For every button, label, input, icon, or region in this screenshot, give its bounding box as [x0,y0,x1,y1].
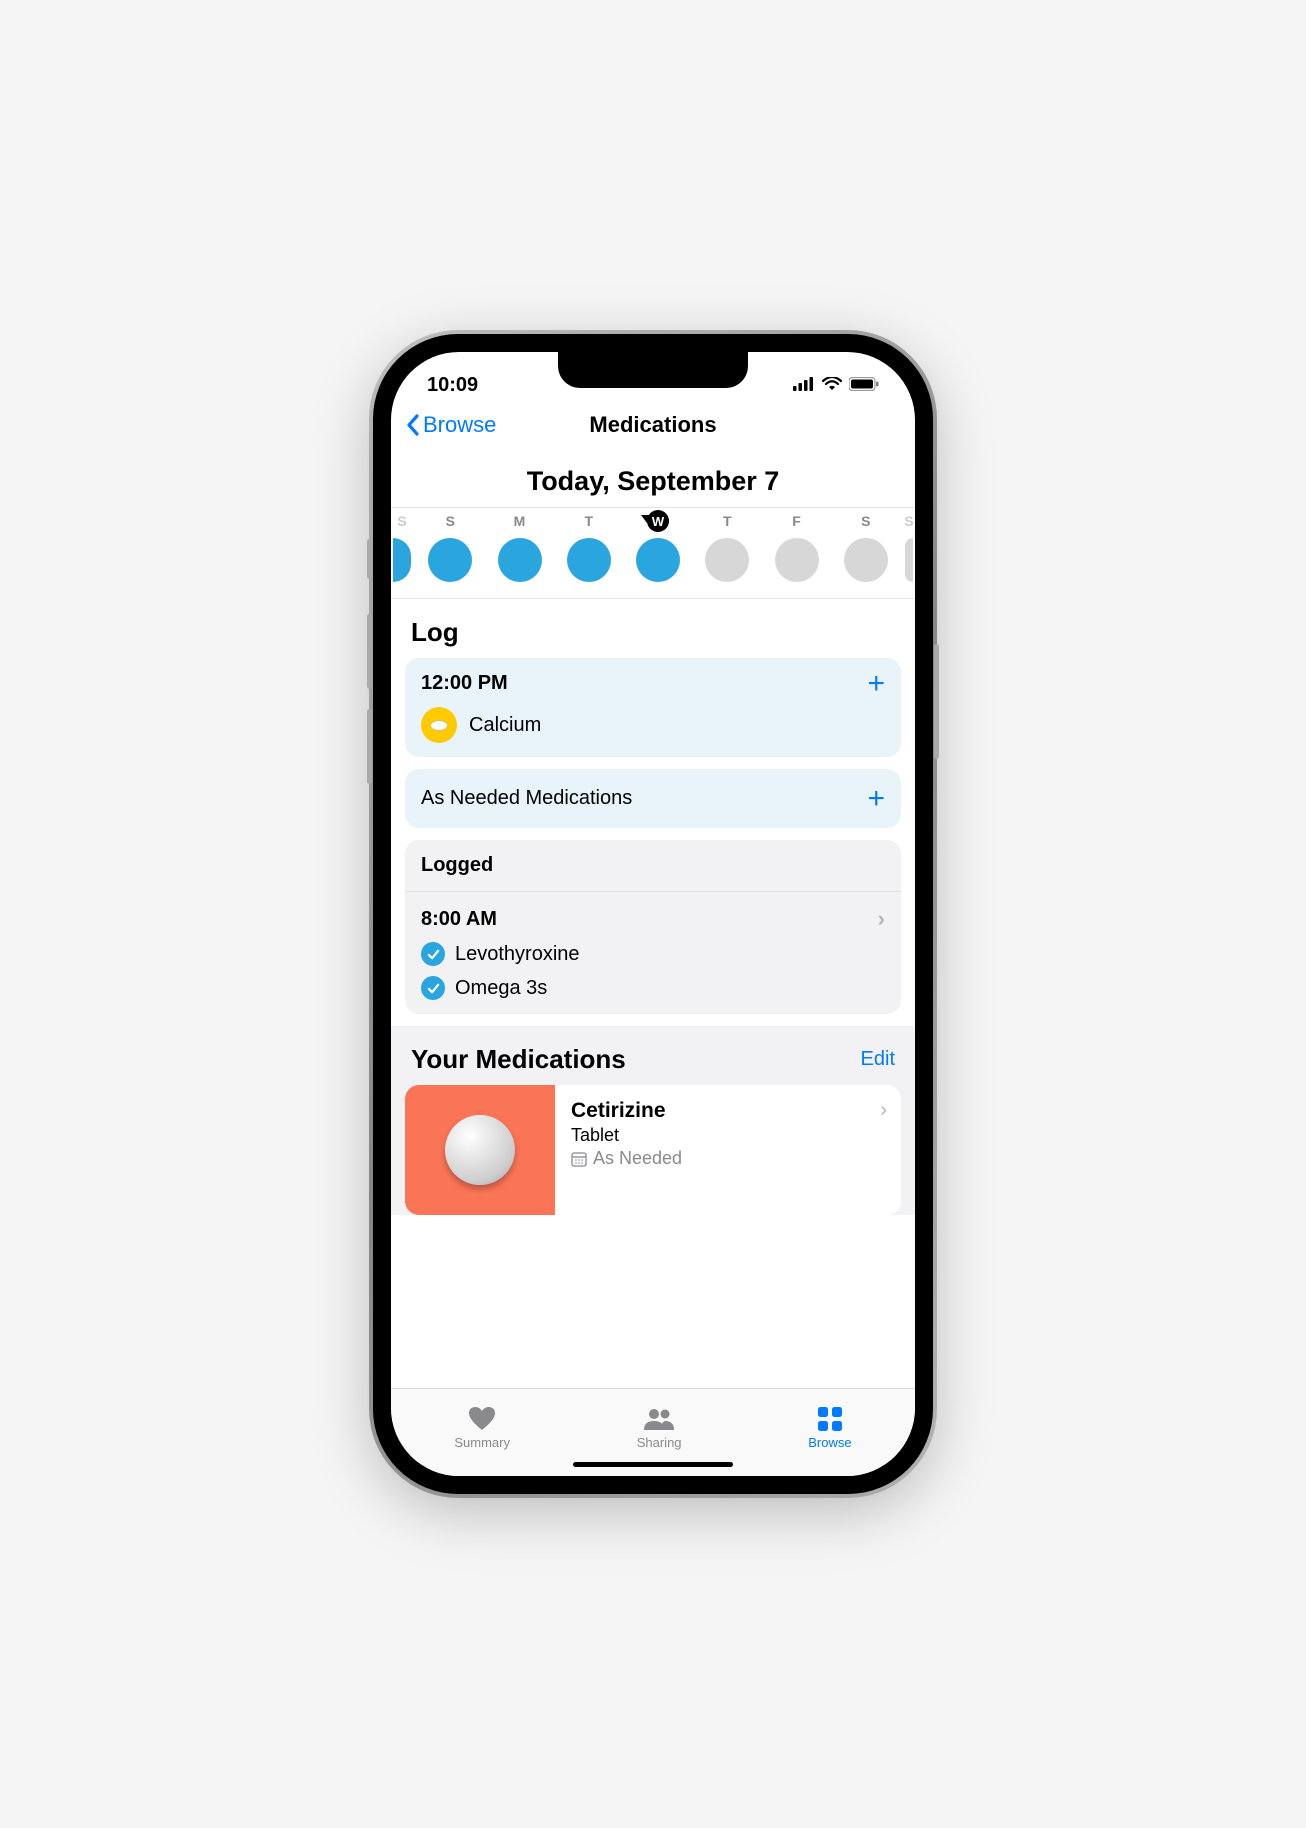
status-time: 10:09 [427,374,478,397]
logged-med-row: Levothyroxine [421,932,885,966]
logged-header: Logged [405,840,901,892]
logged-time: 8:00 AM [421,908,497,931]
status-indicators [793,374,879,397]
notch [558,352,748,388]
page-title: Medications [589,412,716,438]
medication-card[interactable]: Cetirizine Tablet As Needed › [405,1085,901,1215]
your-meds-title: Your Medications [411,1044,626,1075]
upcoming-time: 12:00 PM [421,672,508,695]
calendar-strip[interactable]: SSMTWTFSS [391,507,915,599]
tab-summary[interactable]: Summary [454,1406,510,1450]
date-title: Today, September 7 [391,452,915,507]
checkmark-icon [421,942,445,966]
your-meds-section: Your Medications Edit Cetirizine Tablet … [391,1026,915,1215]
pill-icon [421,707,457,743]
medication-image [405,1085,555,1215]
tab-browse[interactable]: Browse [808,1406,851,1450]
chevron-left-icon [405,413,421,437]
tab-label: Browse [808,1435,851,1450]
silent-switch [367,539,372,579]
wifi-icon [822,374,842,397]
phone-frame: 10:09 Browse Medications Today, Septembe… [373,334,933,1494]
upcoming-med-name: Calcium [469,714,541,737]
cellular-icon [793,374,815,397]
logged-card: Logged 8:00 AM › Levothyroxine Omega 3s [405,840,901,1014]
tab-sharing[interactable]: Sharing [637,1406,682,1450]
tab-label: Sharing [637,1435,682,1450]
checkmark-icon [421,976,445,1000]
grid-icon [818,1406,842,1432]
logged-entry[interactable]: 8:00 AM › Levothyroxine Omega 3s [405,892,901,1014]
medication-frequency: As Needed [571,1148,885,1169]
add-dose-button[interactable]: + [867,674,885,694]
as-needed-card[interactable]: As Needed Medications + [405,769,901,828]
tab-label: Summary [454,1435,510,1450]
power-button [934,644,939,759]
battery-icon [849,374,879,397]
people-icon [643,1406,675,1432]
calendar-day[interactable]: S [420,510,480,582]
calendar-day[interactable]: T [559,510,619,582]
home-indicator[interactable] [573,1462,733,1467]
add-as-needed-button[interactable]: + [867,789,885,809]
screen: 10:09 Browse Medications Today, Septembe… [391,352,915,1476]
back-button[interactable]: Browse [405,412,496,438]
chevron-right-icon: › [878,906,885,932]
edit-button[interactable]: Edit [861,1048,895,1071]
volume-up-button [367,614,372,689]
volume-down-button [367,709,372,784]
logged-med-name: Levothyroxine [455,943,580,966]
medication-type: Tablet [571,1125,885,1146]
logged-med-name: Omega 3s [455,977,547,1000]
back-label: Browse [423,412,496,438]
calendar-day[interactable]: T [697,510,757,582]
tablet-icon [445,1115,515,1185]
calendar-day[interactable]: W [628,510,688,582]
calendar-day[interactable]: S [836,510,896,582]
logged-med-row: Omega 3s [421,966,885,1000]
log-section-title: Log [391,599,915,658]
chevron-right-icon: › [880,1099,887,1122]
heart-icon [468,1406,496,1432]
medication-name: Cetirizine [571,1099,885,1123]
content-area: Log 12:00 PM + Calcium As Needed Medicat… [391,599,915,1388]
as-needed-label: As Needed Medications [421,787,632,810]
nav-bar: Browse Medications [391,404,915,452]
calendar-day[interactable]: M [490,510,550,582]
calendar-icon [571,1151,587,1167]
calendar-day[interactable]: F [767,510,827,582]
upcoming-dose-card[interactable]: 12:00 PM + Calcium [405,658,901,757]
